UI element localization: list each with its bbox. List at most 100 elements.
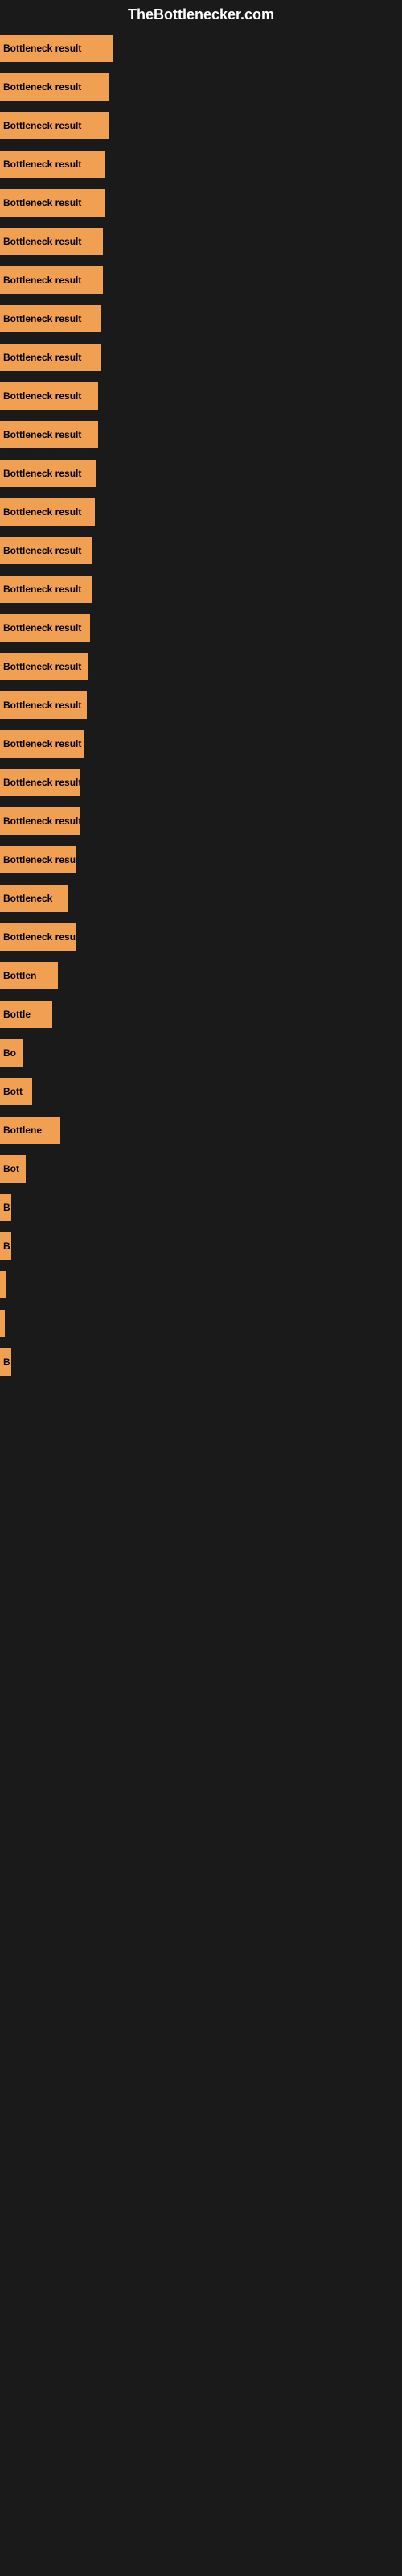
bar-row: Bottleneck result <box>0 803 402 840</box>
bottleneck-bar: Bottleneck <box>0 885 68 912</box>
bar-label: Bottleneck result <box>3 120 81 131</box>
bottleneck-bar: Bottleneck result <box>0 189 105 217</box>
bar-label: Bot <box>3 1163 19 1174</box>
bar-label: B <box>3 1356 10 1368</box>
bar-row: Bottleneck <box>0 880 402 917</box>
bar-row: Bottleneck result <box>0 725 402 762</box>
bar-label: Bottleneck result <box>3 545 81 556</box>
bar-row: Bottlen <box>0 957 402 994</box>
bar-row: Bottleneck result <box>0 378 402 415</box>
bar-row: Bottleneck result <box>0 687 402 724</box>
bottleneck-bar: Bottleneck result <box>0 305 100 332</box>
bottleneck-bar: Bottleneck result <box>0 537 92 564</box>
bottleneck-bar: Bottlen <box>0 962 58 989</box>
bottleneck-bar: Bottleneck result <box>0 923 76 951</box>
bar-row: Bo <box>0 1034 402 1071</box>
bottleneck-bar: B <box>0 1232 11 1260</box>
bar-row: Bottleneck result <box>0 146 402 183</box>
bar-label: Bottle <box>3 1009 31 1020</box>
bottleneck-bar: Bottlene <box>0 1117 60 1144</box>
bottleneck-bar: Bottleneck result <box>0 151 105 178</box>
bar-label: Bottleneck result <box>3 854 76 865</box>
bar-label: Bo <box>3 1047 16 1059</box>
bar-label: Bottleneck result <box>3 197 81 208</box>
bar-label: Bottleneck result <box>3 738 81 749</box>
bottleneck-bar: Bottleneck result <box>0 112 109 139</box>
bar-label: Bottleneck result <box>3 815 80 827</box>
bar-label: Bottleneck result <box>3 390 81 402</box>
bar-row: Bottleneck result <box>0 339 402 376</box>
bar-row: Bottleneck result <box>0 107 402 144</box>
bar-row: Bottlene <box>0 1112 402 1149</box>
bottleneck-bar: Bottleneck result <box>0 769 80 796</box>
bottleneck-bar <box>0 1271 6 1298</box>
bottleneck-bar: B <box>0 1348 11 1376</box>
bar-row: Bottleneck result <box>0 455 402 492</box>
bar-row: Bottleneck result <box>0 648 402 685</box>
bar-label: Bottleneck result <box>3 429 81 440</box>
bar-row: Bottle <box>0 996 402 1033</box>
bottleneck-bar: Bottleneck result <box>0 807 80 835</box>
bar-row <box>0 1266 402 1303</box>
bar-label: Bottleneck result <box>3 468 81 479</box>
bar-label: Bottleneck result <box>3 43 81 54</box>
bar-row: Bottleneck result <box>0 68 402 105</box>
bottleneck-bar: Bottle <box>0 1001 52 1028</box>
bar-label: Bottleneck result <box>3 584 81 595</box>
bar-row: Bottleneck result <box>0 764 402 801</box>
bar-row: Bottleneck result <box>0 919 402 956</box>
bottleneck-bar: Bottleneck result <box>0 460 96 487</box>
bottleneck-bar: Bottleneck result <box>0 382 98 410</box>
bar-label: Bottleneck result <box>3 700 81 711</box>
bottleneck-bar: Bottleneck result <box>0 228 103 255</box>
bar-row: Bot <box>0 1150 402 1187</box>
bar-label: Bott <box>3 1086 23 1097</box>
site-title: TheBottlenecker.com <box>0 0 402 30</box>
bar-label: Bottlen <box>3 970 36 981</box>
bar-row: Bottleneck result <box>0 223 402 260</box>
bottleneck-bar: Bottleneck result <box>0 653 88 680</box>
bottleneck-bar: Bottleneck result <box>0 35 113 62</box>
bar-row <box>0 1305 402 1342</box>
bar-label: Bottleneck result <box>3 661 81 672</box>
bar-row: Bottleneck result <box>0 571 402 608</box>
bottleneck-bar: Bottleneck result <box>0 266 103 294</box>
bar-row: Bottleneck result <box>0 184 402 221</box>
bottleneck-bar: Bottleneck result <box>0 576 92 603</box>
bottleneck-bar: Bottleneck result <box>0 73 109 101</box>
bar-row: Bottleneck result <box>0 609 402 646</box>
bar-label: Bottleneck result <box>3 506 81 518</box>
bottleneck-bar: Bottleneck result <box>0 614 90 642</box>
bar-label: B <box>3 1202 10 1213</box>
bar-label: Bottleneck <box>3 893 52 904</box>
bar-label: Bottleneck result <box>3 931 76 943</box>
bar-row: Bottleneck result <box>0 300 402 337</box>
bar-label: Bottleneck result <box>3 622 81 634</box>
bar-label: Bottleneck result <box>3 81 81 93</box>
bars-container: Bottleneck result Bottleneck result Bottle… <box>0 30 402 1382</box>
bar-label: Bottleneck result <box>3 313 81 324</box>
bar-label: Bottleneck result <box>3 352 81 363</box>
bottleneck-bar: B <box>0 1194 11 1221</box>
bottleneck-bar: Bottleneck result <box>0 344 100 371</box>
bar-row: Bottleneck result <box>0 262 402 299</box>
bar-label: Bottleneck result <box>3 236 81 247</box>
bottleneck-bar: Bot <box>0 1155 26 1183</box>
bottleneck-bar: Bottleneck result <box>0 498 95 526</box>
bar-label: B <box>3 1241 10 1252</box>
bottleneck-bar: Bo <box>0 1039 23 1067</box>
bottleneck-bar: Bott <box>0 1078 32 1105</box>
bar-label: Bottleneck result <box>3 275 81 286</box>
bottleneck-bar: Bottleneck result <box>0 421 98 448</box>
bar-row: B <box>0 1189 402 1226</box>
bar-row: Bottleneck result <box>0 416 402 453</box>
bottleneck-bar <box>0 1310 5 1337</box>
bar-row: Bottleneck result <box>0 841 402 878</box>
bar-row: Bott <box>0 1073 402 1110</box>
bar-row: Bottleneck result <box>0 30 402 67</box>
bar-label: Bottleneck result <box>3 159 81 170</box>
bar-label: Bottleneck result <box>3 777 80 788</box>
bar-row: B <box>0 1228 402 1265</box>
bar-label: Bottlene <box>3 1125 42 1136</box>
bar-row: Bottleneck result <box>0 493 402 530</box>
